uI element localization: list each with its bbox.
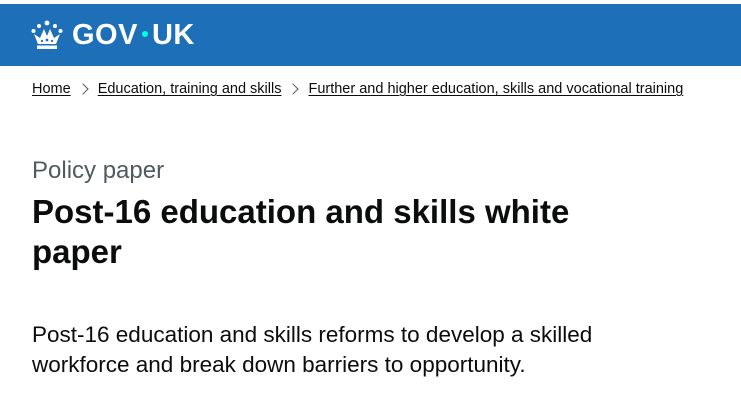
breadcrumb: Home Education, training and skills Furt… [32, 81, 683, 97]
logo-dot [141, 31, 148, 38]
breadcrumb-further-higher-education[interactable]: Further and higher education, skills and… [308, 81, 683, 97]
breadcrumb-education-training-skills[interactable]: Education, training and skills [98, 81, 282, 97]
site-header: GOV UK [0, 4, 741, 66]
chevron-right-icon [287, 83, 300, 95]
logo-text-left: GOV [72, 19, 138, 51]
crown-icon [31, 20, 63, 49]
logo-text-right: UK [151, 19, 195, 51]
page-title: Post-16 education and skills white paper [32, 193, 570, 270]
chevron-right-icon [77, 83, 89, 95]
page-lead: Post-16 education and skills reforms to … [32, 322, 593, 377]
logo-wordmark: GOV UK [72, 19, 195, 51]
govuk-logo-link[interactable]: GOV UK [30, 19, 195, 51]
breadcrumb-home[interactable]: Home [32, 81, 71, 97]
page-caption: Policy paper [32, 157, 165, 184]
